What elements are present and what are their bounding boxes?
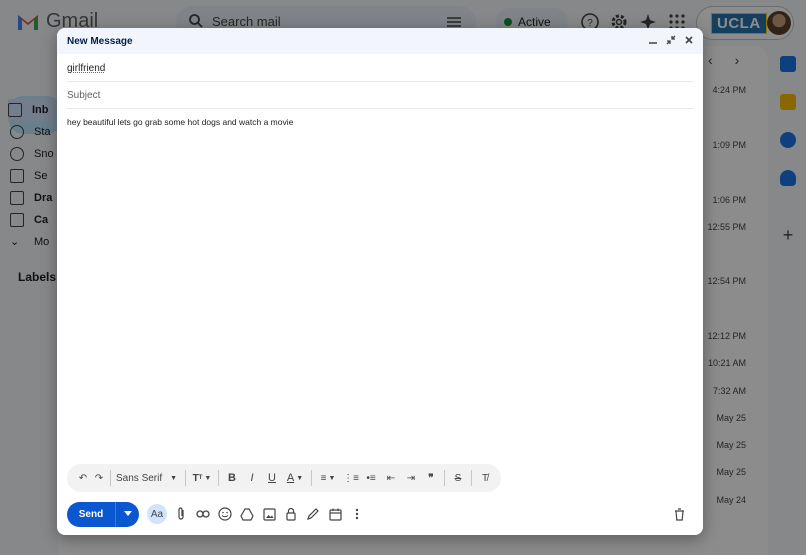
exit-fullscreen-icon[interactable] (665, 34, 677, 46)
insert-photo-icon[interactable] (261, 506, 277, 522)
message-body[interactable]: hey beautiful lets go grab some hot dogs… (67, 117, 293, 127)
bold-icon[interactable]: B (222, 468, 242, 488)
align-icon[interactable]: ≡ ▼ (315, 468, 341, 488)
compose-actions: Send Aa (67, 501, 693, 527)
bulleted-list-icon[interactable]: •≡ (361, 468, 381, 488)
attach-icon[interactable] (173, 506, 189, 522)
font-family-value: Sans Serif (116, 472, 163, 484)
schedule-icon[interactable] (327, 506, 343, 522)
font-size-icon[interactable]: T T ▼ (189, 468, 215, 488)
send-button-group: Send (67, 501, 139, 527)
quote-icon[interactable]: ❞ (421, 468, 441, 488)
confidential-mode-icon[interactable] (283, 506, 299, 522)
chevron-down-icon (123, 511, 132, 516)
italic-icon[interactable]: I (242, 468, 262, 488)
discard-draft-icon[interactable] (671, 506, 687, 522)
minimize-icon[interactable] (647, 34, 659, 46)
compose-header[interactable]: New Message (57, 28, 703, 54)
strikethrough-icon[interactable]: S (448, 468, 468, 488)
send-button[interactable]: Send (67, 502, 115, 527)
subject-field[interactable]: Subject (67, 82, 693, 109)
undo-icon[interactable]: ↶ (75, 468, 91, 488)
recipients-field[interactable]: girlfriend (67, 55, 693, 82)
signature-icon[interactable] (305, 506, 321, 522)
drive-icon[interactable] (239, 506, 255, 522)
numbered-list-icon[interactable]: ⋮≡ (341, 468, 361, 488)
font-family-select[interactable]: Sans Serif ▼ (114, 468, 182, 488)
more-options-icon[interactable] (349, 506, 365, 522)
emoji-icon[interactable] (217, 506, 233, 522)
underline-icon[interactable]: U (262, 468, 282, 488)
formatting-options-button[interactable]: Aa (147, 504, 167, 524)
link-icon[interactable] (195, 506, 211, 522)
indent-less-icon[interactable]: ⇤ (381, 468, 401, 488)
chevron-down-icon: ▼ (170, 474, 178, 482)
indent-more-icon[interactable]: ⇥ (401, 468, 421, 488)
text-color-icon[interactable]: A ▼ (282, 468, 308, 488)
schedule-send-dropdown[interactable] (115, 501, 139, 527)
compose-title: New Message (67, 35, 133, 47)
close-icon[interactable] (683, 34, 695, 46)
remove-formatting-icon[interactable]: T̸ (475, 468, 495, 488)
redo-icon[interactable]: ↷ (91, 468, 107, 488)
compose-dialog: New Message girlfriend Subject hey beaut… (57, 28, 703, 535)
formatting-toolbar: ↶ ↷ Sans Serif ▼ T T ▼ B I U A ▼ ≡ ▼ ⋮≡ •≡ ⇤… (67, 464, 501, 492)
